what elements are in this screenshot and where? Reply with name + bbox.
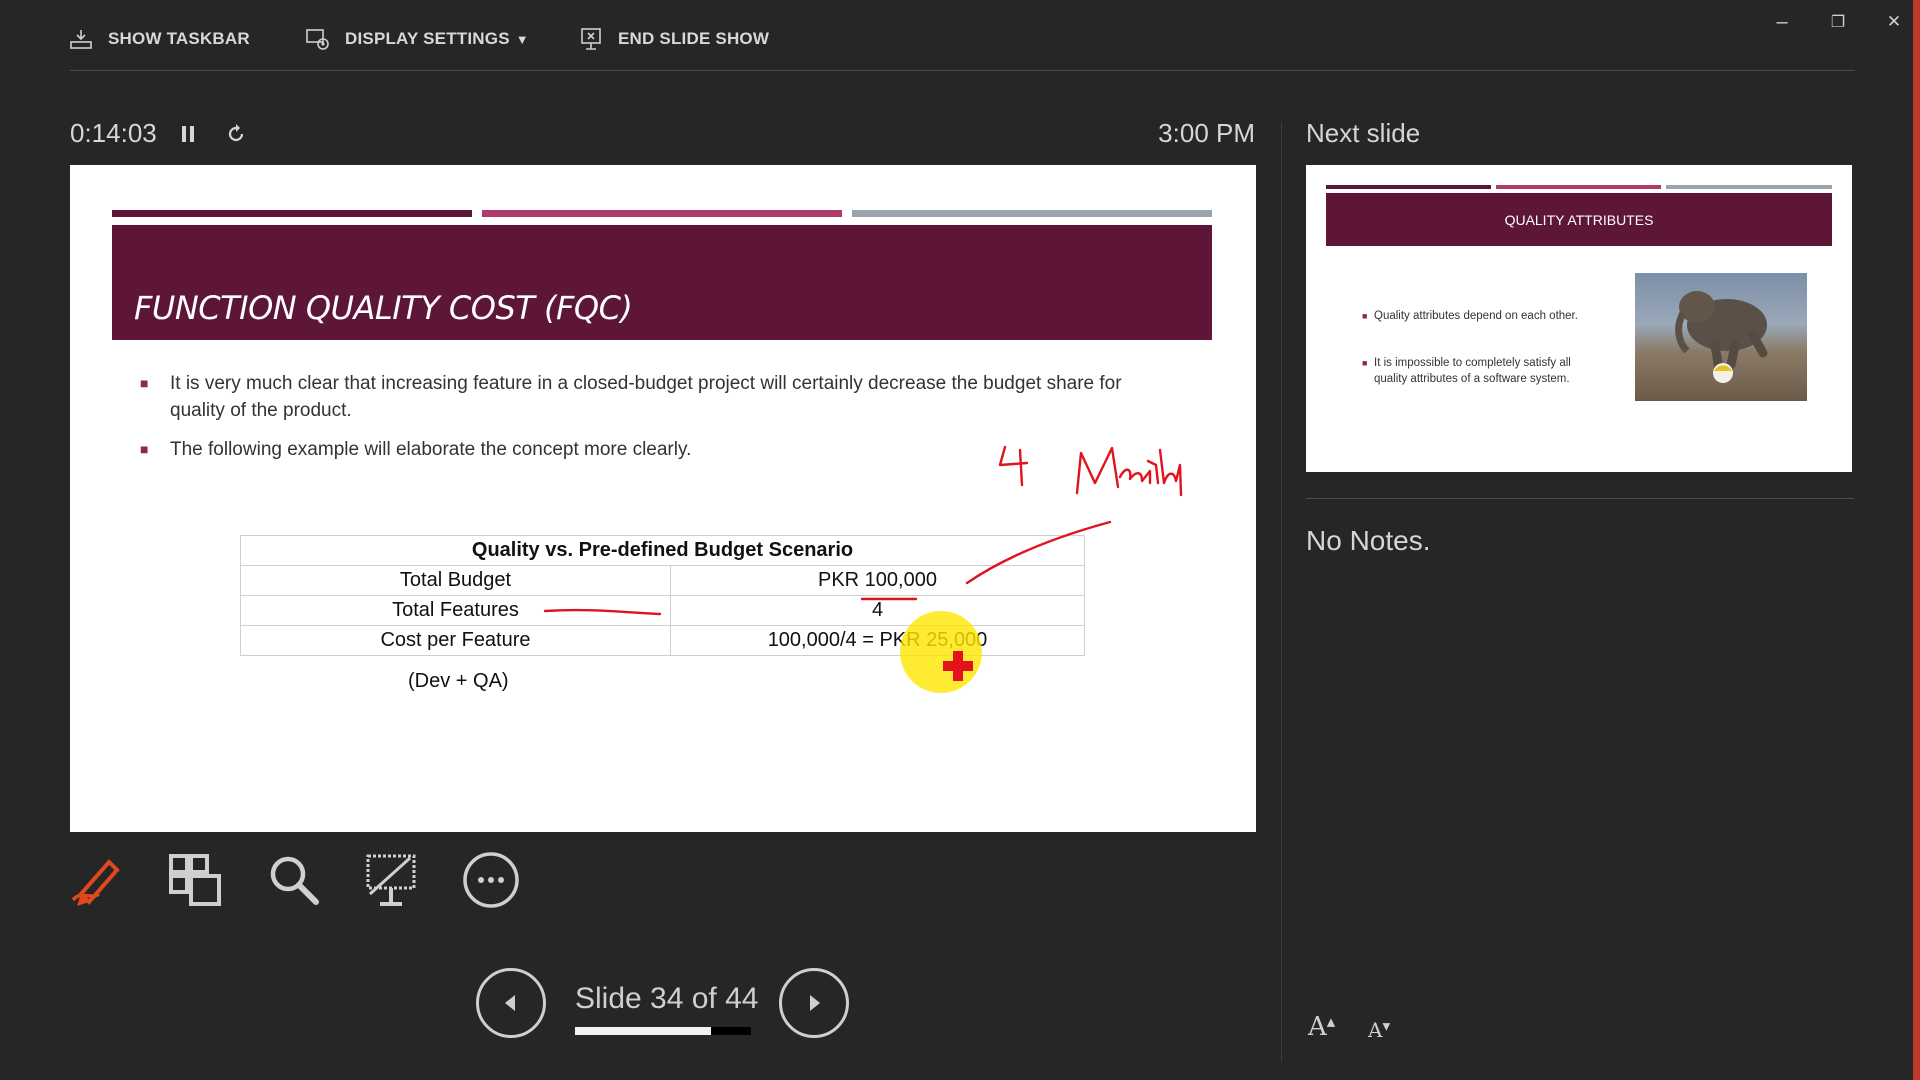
previous-arrow-icon: [505, 995, 515, 1011]
restart-timer-button[interactable]: [220, 118, 252, 150]
show-taskbar-button[interactable]: SHOW TASKBAR: [68, 22, 250, 56]
end-slide-show-button[interactable]: END SLIDE SHOW: [578, 22, 769, 56]
pause-timer-button[interactable]: [172, 118, 204, 150]
pause-icon: [182, 126, 194, 142]
black-screen-icon: [366, 854, 416, 906]
zoom-icon: [270, 856, 319, 905]
increase-font-icon: A: [1308, 1012, 1327, 1042]
notes-divider: [1306, 498, 1854, 499]
decrease-font-icon: A: [1368, 1018, 1383, 1042]
next-slide-bullet-1: ■ Quality attributes depend on each othe…: [1362, 308, 1604, 324]
close-icon: ✕: [1886, 12, 1902, 31]
speaker-notes: No Notes.: [1306, 525, 1431, 556]
next-slide-title: QUALITY ATTRIBUTES: [1326, 193, 1832, 246]
bullet-marker: ■: [1362, 311, 1368, 321]
minimize-button[interactable]: –: [1762, 6, 1802, 38]
ink-stroke: [965, 520, 1112, 585]
next-slide-button[interactable]: [779, 968, 849, 1038]
next-slide-bullet-2: ■ It is impossible to completely satisfy…: [1362, 355, 1604, 387]
display-settings-icon: [306, 29, 329, 50]
more-options-icon: [463, 852, 519, 908]
increase-font-button[interactable]: A▲: [1308, 1012, 1335, 1042]
bullet-text: It is impossible to completely satisfy a…: [1374, 357, 1571, 385]
laser-pointer-cursor: [943, 651, 973, 681]
ink-stroke: [1075, 446, 1120, 495]
slide-counter[interactable]: Slide 34 of 44: [575, 982, 758, 1016]
elephant-on-ball-image: [1635, 273, 1807, 401]
current-slide[interactable]: FUNCTION QUALITY COST (FQC) ■ It is very…: [70, 165, 1256, 832]
display-settings-label: DISPLAY SETTINGS: [345, 29, 510, 48]
elephant-image-art: [1675, 291, 1768, 383]
ink-stroke: [998, 445, 1029, 487]
next-arrow-icon: [810, 995, 820, 1011]
next-slide-label: Next slide: [1306, 118, 1421, 148]
next-slide-preview[interactable]: QUALITY ATTRIBUTES ■ Quality attributes …: [1306, 165, 1852, 472]
end-slide-show-label: END SLIDE SHOW: [618, 29, 770, 48]
bullet-text: Quality attributes depend on each other.: [1374, 310, 1578, 322]
ink-stroke: [543, 608, 662, 616]
ink-stroke: [1118, 448, 1183, 497]
slide-band-2: [1496, 185, 1661, 189]
pane-splitter[interactable]: [1281, 122, 1282, 1062]
slide-progress-fill: [575, 1027, 712, 1035]
end-show-icon: [581, 28, 601, 50]
close-button[interactable]: ✕: [1874, 6, 1914, 38]
restore-button[interactable]: ❐: [1818, 6, 1858, 38]
black-screen-button[interactable]: [359, 847, 425, 913]
previous-slide-button[interactable]: [476, 968, 546, 1038]
slide-progress-bar: [575, 1027, 751, 1035]
window-edge: [1913, 0, 1920, 1080]
slide-band-1: [1326, 185, 1491, 189]
taskbar-icon: [70, 30, 92, 49]
restore-icon: ❐: [1830, 14, 1846, 31]
ink-annotations: [543, 445, 1183, 616]
slide-band-3: [1666, 185, 1832, 189]
see-all-slides-icon: [169, 854, 221, 906]
display-settings-button[interactable]: DISPLAY SETTINGS ▼: [305, 22, 529, 56]
zoom-button[interactable]: [261, 847, 327, 913]
restart-icon: [228, 124, 244, 142]
see-all-slides-button[interactable]: [162, 847, 228, 913]
toolbar-divider: [70, 70, 1855, 71]
minimize-icon: –: [1776, 10, 1788, 33]
decrease-font-button[interactable]: A▼: [1368, 1018, 1390, 1042]
chevron-down-icon: ▼: [515, 31, 529, 47]
show-taskbar-label: SHOW TASKBAR: [108, 29, 250, 48]
pen-icon: [71, 859, 120, 906]
clock: 3:00 PM: [1158, 118, 1255, 148]
elapsed-timer: 0:14:03: [70, 118, 157, 148]
pen-tools-button[interactable]: [64, 847, 130, 913]
bullet-marker: ■: [1362, 358, 1368, 368]
more-options-button[interactable]: [458, 847, 524, 913]
